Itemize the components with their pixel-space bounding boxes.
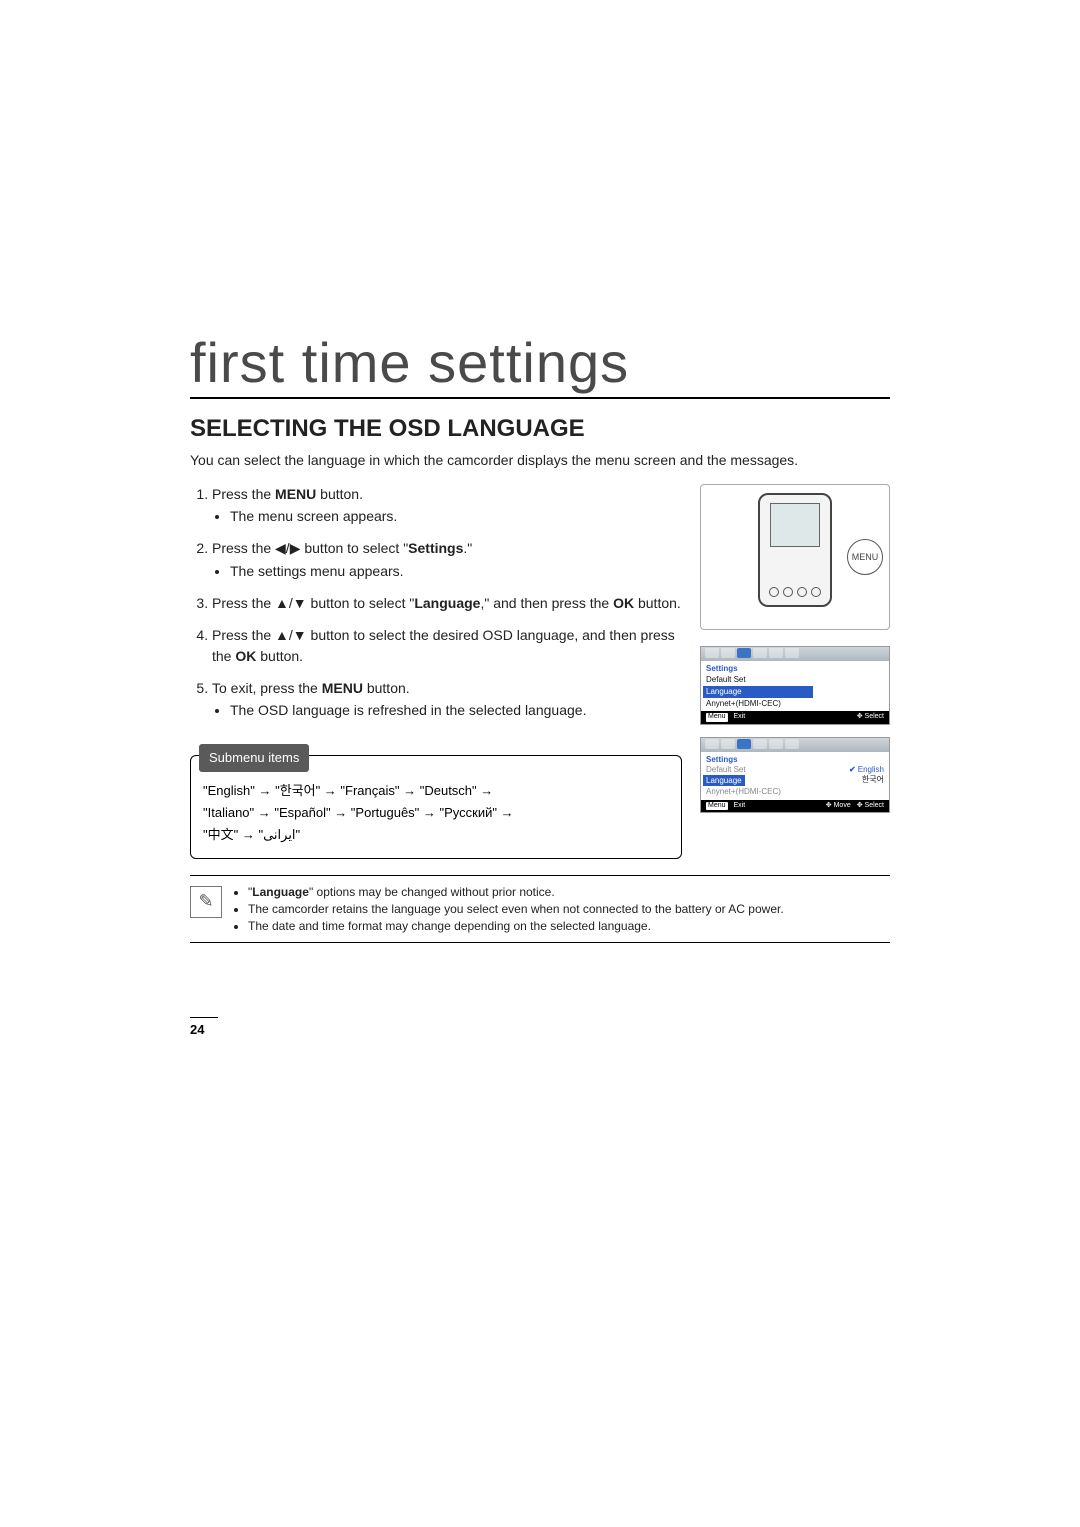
submenu-line: "English" → "한국어" → "Français" → "Deutsc… <box>203 780 669 802</box>
step-3: Press the ▲/▼ button to select "Language… <box>212 593 682 613</box>
step-sub: The settings menu appears. <box>230 561 682 581</box>
step-text: button. <box>363 680 410 696</box>
settings-label: Settings <box>408 540 463 556</box>
osd-row: Anynet+(HDMI-CEC) <box>706 698 884 710</box>
step-text: button to select " <box>300 540 408 556</box>
language-label: Language <box>414 595 480 611</box>
step-text: button. <box>256 648 303 664</box>
note-item: The date and time format may change depe… <box>248 918 784 935</box>
osd-foot-menu: Menu <box>706 713 728 721</box>
osd-title: Settings <box>706 755 884 765</box>
osd-screenshot-1: Settings Default Set Language Anynet+(HD… <box>700 646 890 725</box>
osd-value: 한국어 <box>862 775 884 787</box>
step-text: Press the <box>212 595 275 611</box>
osd-foot-exit: Exit <box>734 713 746 721</box>
submenu-line: "Italiano" → "Español" → "Português" → "… <box>203 802 669 824</box>
osd-foot-menu: Menu <box>706 802 728 810</box>
up-down-icon: ▲/▼ <box>275 627 307 643</box>
up-down-icon: ▲/▼ <box>275 595 307 611</box>
ok-label: OK <box>613 595 634 611</box>
osd-row-selected: Language <box>703 686 813 698</box>
menu-label: MENU <box>322 680 363 696</box>
submenu-header: Submenu items <box>199 744 309 772</box>
menu-button-callout: MENU <box>847 539 883 575</box>
step-text: ," and then press the <box>480 595 613 611</box>
step-text: button to select " <box>307 595 415 611</box>
osd-foot-exit: Exit <box>734 802 746 810</box>
chapter-title: first time settings <box>190 330 890 399</box>
left-right-icon: ◀/▶ <box>275 540 300 556</box>
note-item: The camcorder retains the language you s… <box>248 901 784 918</box>
osd-row: Default Set <box>706 765 746 775</box>
note-item: "Language" options may be changed withou… <box>248 884 784 901</box>
check-icon: ✔ <box>849 765 856 774</box>
osd-screenshot-2: Settings Default Set ✔English Language 한국어… <box>700 737 890 814</box>
step-4: Press the ▲/▼ button to select the desir… <box>212 625 682 666</box>
osd-row-selected: Language <box>703 775 745 787</box>
illustration-column: MENU Settings Default Set Language Anyne… <box>700 484 890 859</box>
menu-label: MENU <box>275 486 316 502</box>
page-number: 24 <box>190 1017 218 1037</box>
steps-column: Press the MENU button. The menu screen a… <box>190 484 682 859</box>
step-sub: The menu screen appears. <box>230 506 682 526</box>
step-text: Press the <box>212 540 275 556</box>
camcorder-diagram: MENU <box>700 484 890 630</box>
step-1: Press the MENU button. The menu screen a… <box>212 484 682 527</box>
osd-row: Anynet+(HDMI-CEC) <box>706 786 884 798</box>
step-text: To exit, press the <box>212 680 322 696</box>
step-sub: The OSD language is refreshed in the sel… <box>230 700 682 720</box>
osd-value: English <box>858 765 884 774</box>
submenu-line: "中文" → "ايرانی" <box>203 824 669 846</box>
osd-title: Settings <box>706 664 884 674</box>
notes-block: ✎ "Language" options may be changed with… <box>190 875 890 943</box>
camcorder-icon <box>758 493 832 607</box>
osd-foot-select: Select <box>865 802 884 809</box>
step-text: Press the <box>212 486 275 502</box>
ok-label: OK <box>235 648 256 664</box>
step-text: Press the <box>212 627 275 643</box>
step-text: button. <box>634 595 681 611</box>
osd-foot-select: Select <box>865 713 884 720</box>
submenu-box: Submenu items "English" → "한국어" → "Franç… <box>190 755 682 859</box>
step-5: To exit, press the MENU button. The OSD … <box>212 678 682 721</box>
osd-foot-move: Move <box>834 802 851 809</box>
intro-text: You can select the language in which the… <box>190 451 890 470</box>
note-icon: ✎ <box>190 886 222 918</box>
section-heading: SELECTING THE OSD LANGUAGE <box>190 415 890 443</box>
osd-row: Default Set <box>706 674 884 686</box>
step-2: Press the ◀/▶ button to select "Settings… <box>212 538 682 581</box>
language-label: Language <box>252 885 309 899</box>
step-text: ." <box>463 540 472 556</box>
step-text: button. <box>316 486 363 502</box>
